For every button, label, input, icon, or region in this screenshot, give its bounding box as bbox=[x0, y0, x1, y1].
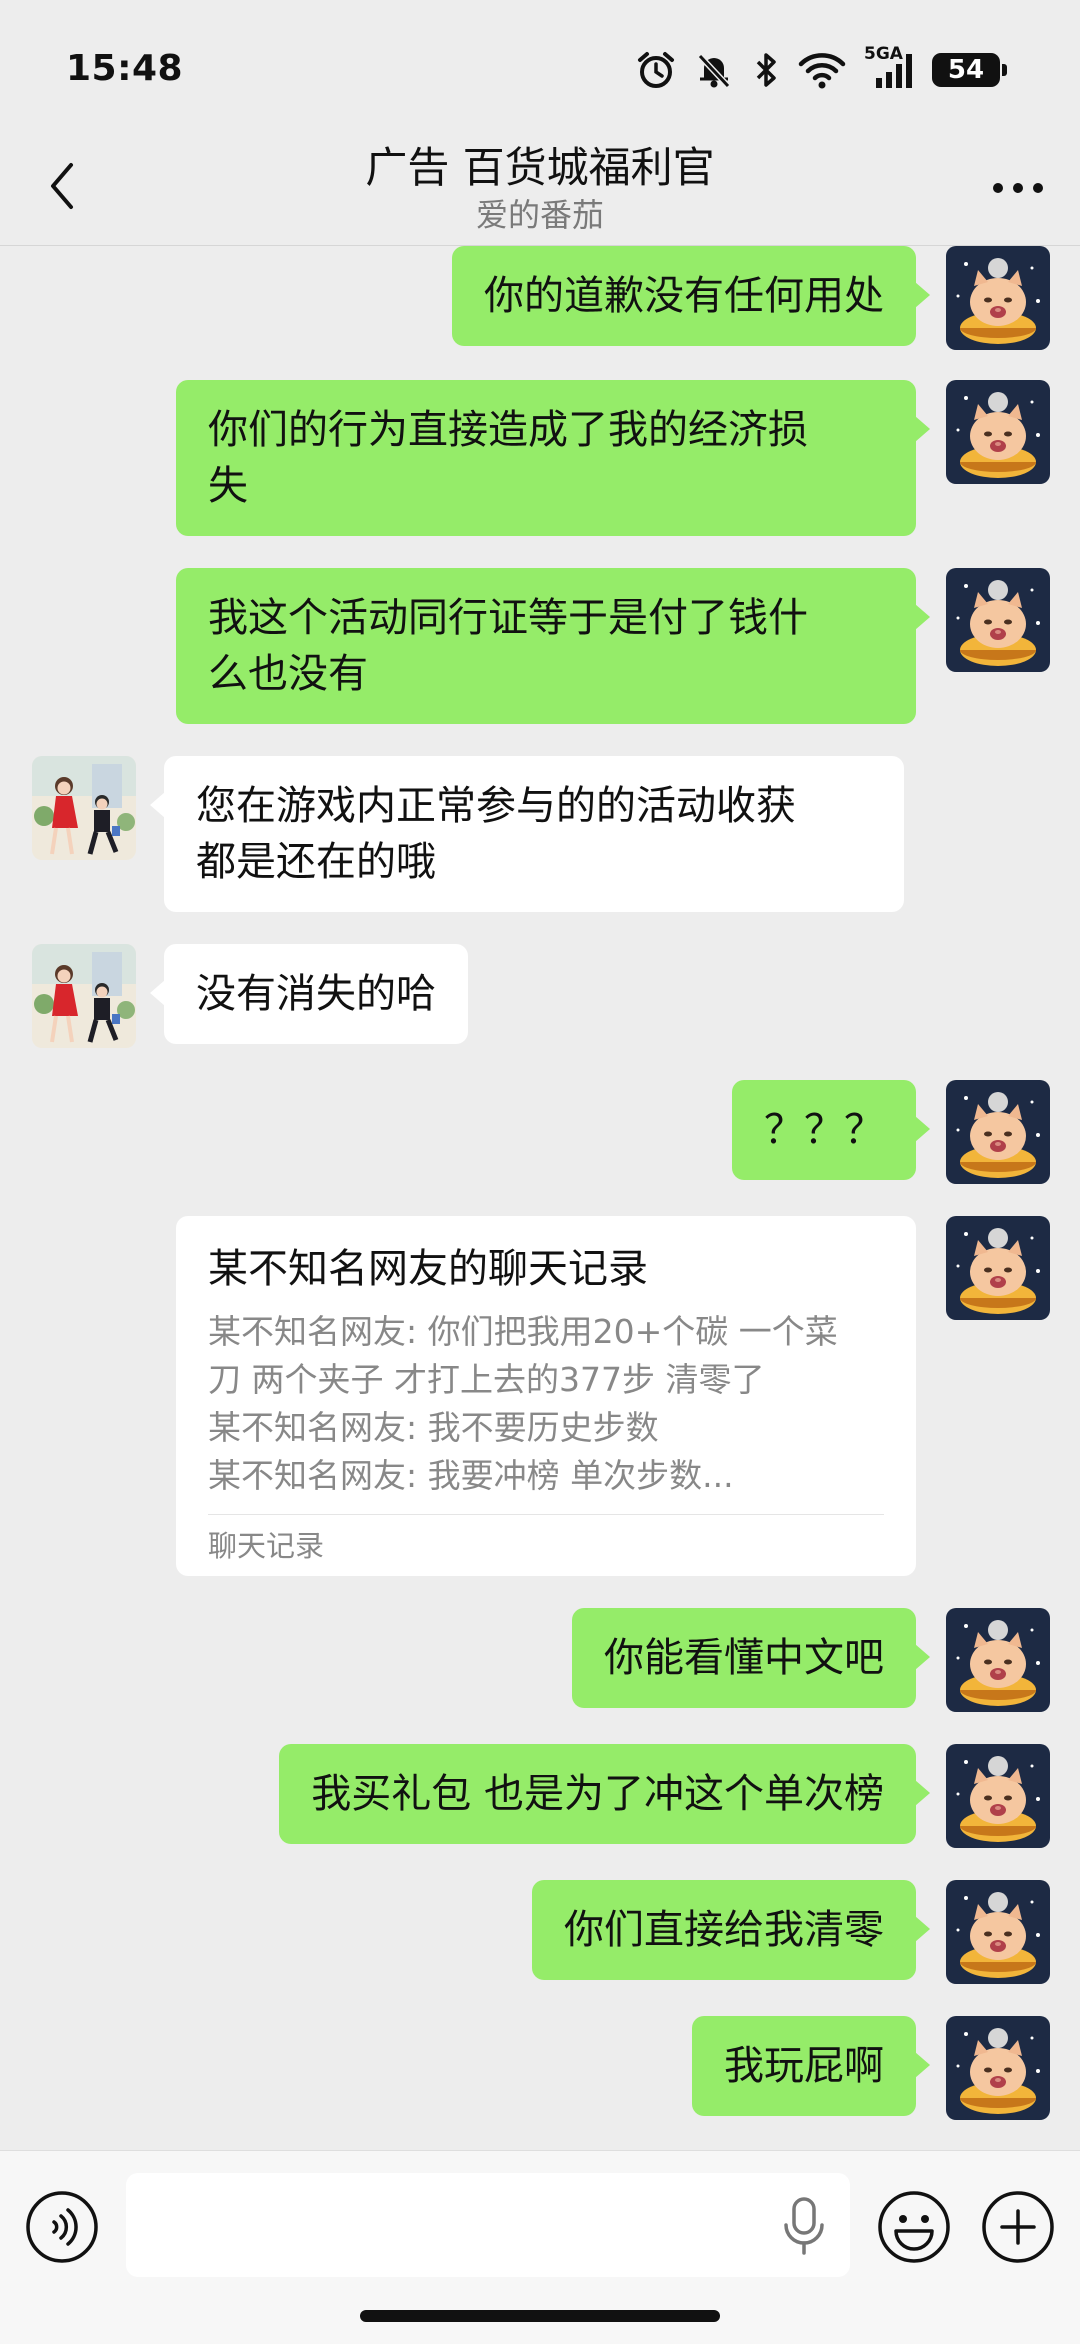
my-avatar[interactable] bbox=[946, 1744, 1050, 1848]
alarm-icon bbox=[638, 52, 674, 88]
status-time: 15:48 bbox=[66, 48, 184, 89]
message-text: 你能看懂中文吧 bbox=[604, 1635, 884, 1681]
message-text-line: 失 bbox=[208, 463, 248, 509]
bluetooth-icon bbox=[756, 53, 776, 87]
plus-icon[interactable] bbox=[980, 2189, 1056, 2265]
wifi-icon bbox=[798, 53, 846, 89]
message-bubble-sent[interactable]: ？？？ bbox=[732, 1080, 930, 1180]
message-text-line: 都是还在的哦 bbox=[196, 839, 436, 885]
my-avatar[interactable] bbox=[946, 568, 1050, 672]
chat-record-line: 某不知名网友: 我不要历史步数 bbox=[208, 1408, 659, 1447]
chat-record-line: 某不知名网友: 我要冲榜 单次步数... bbox=[208, 1456, 734, 1495]
signal-icon: 5GA bbox=[864, 44, 914, 90]
chat-title: 广告 百货城福利官 bbox=[365, 143, 715, 192]
my-avatar[interactable] bbox=[946, 380, 1050, 484]
message-bubble-sent[interactable]: 你的道歉没有任何用处 bbox=[452, 246, 930, 346]
message-bubble-sent[interactable]: 你们的行为直接造成了我的经济损 失 bbox=[176, 380, 930, 536]
my-avatar[interactable] bbox=[946, 2016, 1050, 2120]
message-input[interactable] bbox=[126, 2173, 850, 2277]
chat-header: 广告 百货城福利官 爱的番茄 bbox=[0, 130, 1080, 246]
my-avatar[interactable] bbox=[946, 1080, 1050, 1184]
message-text-line: 我这个活动同行证等于是付了钱什 bbox=[208, 595, 808, 641]
message-text-line: 你们的行为直接造成了我的经济损 bbox=[208, 407, 808, 453]
message-text: ？？？ bbox=[764, 1107, 884, 1153]
contact-avatar[interactable] bbox=[32, 756, 136, 860]
message-bubble-sent[interactable]: 你能看懂中文吧 bbox=[572, 1608, 930, 1708]
chat-record-footer: 聊天记录 bbox=[208, 1529, 325, 1563]
chat-subtitle: 爱的番茄 bbox=[475, 196, 604, 234]
status-bar: 15:48 5GA 54 bbox=[0, 0, 1080, 140]
message-text-line: 么也没有 bbox=[208, 651, 368, 697]
message-text: 你们直接给我清零 bbox=[564, 1907, 884, 1953]
microphone-icon[interactable] bbox=[782, 2197, 826, 2255]
my-avatar[interactable] bbox=[946, 1216, 1050, 1320]
chat-record-card[interactable]: 某不知名网友的聊天记录 某不知名网友: 你们把我用20+个碳 一个菜 刀 两个夹… bbox=[176, 1216, 916, 1576]
contact-avatar[interactable] bbox=[32, 944, 136, 1048]
voice-input-icon[interactable] bbox=[24, 2189, 100, 2265]
battery-icon: 54 bbox=[932, 53, 1007, 87]
chat-record-line: 某不知名网友: 你们把我用20+个碳 一个菜 bbox=[208, 1312, 838, 1351]
home-indicator[interactable] bbox=[360, 2310, 720, 2322]
my-avatar[interactable] bbox=[946, 246, 1050, 350]
message-bubble-received[interactable]: 没有消失的哈 bbox=[150, 944, 468, 1044]
my-avatar[interactable] bbox=[946, 1608, 1050, 1712]
message-bubble-sent[interactable]: 我买礼包 也是为了冲这个单次榜 bbox=[279, 1744, 930, 1844]
emoji-icon[interactable] bbox=[876, 2189, 952, 2265]
message-bubble-sent[interactable]: 我玩屁啊 bbox=[692, 2016, 930, 2116]
more-dots-icon bbox=[993, 183, 1043, 193]
message-bubble-sent[interactable]: 我这个活动同行证等于是付了钱什 么也没有 bbox=[176, 568, 930, 724]
message-text: 你的道歉没有任何用处 bbox=[484, 273, 884, 319]
chat-record-preview: 某不知名网友: 你们把我用20+个碳 一个菜 刀 两个夹子 才打上去的377步 … bbox=[208, 1308, 884, 1500]
message-text: 我买礼包 也是为了冲这个单次榜 bbox=[311, 1771, 884, 1817]
message-text-line: 您在游戏内正常参与的的活动收获 bbox=[196, 783, 796, 829]
my-avatar[interactable] bbox=[946, 1880, 1050, 1984]
message-text: 没有消失的哈 bbox=[196, 971, 436, 1017]
chat-record-line: 刀 两个夹子 才打上去的377步 清零了 bbox=[208, 1360, 765, 1399]
chat-message-list[interactable]: 你的道歉没有任何用处 你们的行为直接造成了我的经济损 失 我这个活动同行证等于是… bbox=[0, 246, 1080, 2150]
message-text: 我玩屁啊 bbox=[724, 2043, 884, 2089]
message-bubble-sent[interactable]: 你们直接给我清零 bbox=[532, 1880, 930, 1980]
more-button[interactable] bbox=[988, 168, 1048, 208]
mute-bell-icon bbox=[697, 53, 731, 89]
message-bubble-received[interactable]: 您在游戏内正常参与的的活动收获 都是还在的哦 bbox=[150, 756, 904, 912]
status-icons: 5GA 54 bbox=[636, 44, 1007, 90]
chat-record-title: 某不知名网友的聊天记录 bbox=[208, 1246, 648, 1292]
